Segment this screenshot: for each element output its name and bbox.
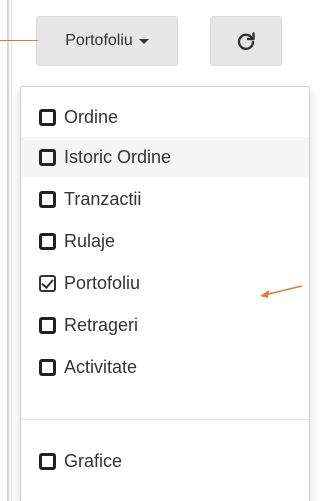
portfolio-button-label: Portofoliu [65,32,133,49]
menu-item-label: Retrageri [64,314,139,335]
checkbox-icon [39,148,56,166]
menu-item-grafice[interactable]: Grafice [21,441,309,481]
menu-item-label: Istoric Ordine [64,146,172,167]
panel-border-outer [7,0,9,501]
menu-item-label: Portofoliu [64,272,141,293]
refresh-icon [237,32,255,51]
annotation-line [0,40,38,41]
menu-item-ordine[interactable]: Ordine [21,97,309,137]
checkbox-icon [39,358,56,376]
menu-item-label: Ordine [64,106,119,127]
checkbox-icon [39,190,56,208]
refresh-button[interactable] [210,16,282,66]
menu-item-label: Grafice [64,450,123,471]
menu-item-label: Activitate [64,356,138,377]
portfolio-dropdown-button[interactable]: Portofoliu [36,16,178,66]
checkbox-icon [39,108,56,126]
menu-item-istoric-ordine[interactable]: Istoric Ordine [21,137,309,177]
menu-item-activitate[interactable]: Activitate [21,347,309,387]
checkbox-icon [39,452,56,470]
checkbox-icon [39,232,56,250]
checkbox-checked-icon [39,274,56,292]
menu-item-label: Tranzactii [64,188,142,209]
menu-item-rulaje[interactable]: Rulaje [21,221,309,261]
menu-divider [21,419,309,420]
menu-item-tranzactii[interactable]: Tranzactii [21,179,309,219]
menu-item-label: Rulaje [64,230,116,251]
checkbox-icon [39,316,56,334]
menu-item-retrageri[interactable]: Retrageri [21,305,309,345]
toolbar: Portofoliu [12,0,302,86]
caret-down-icon [138,38,149,44]
annotation-arrow-icon [260,285,303,298]
